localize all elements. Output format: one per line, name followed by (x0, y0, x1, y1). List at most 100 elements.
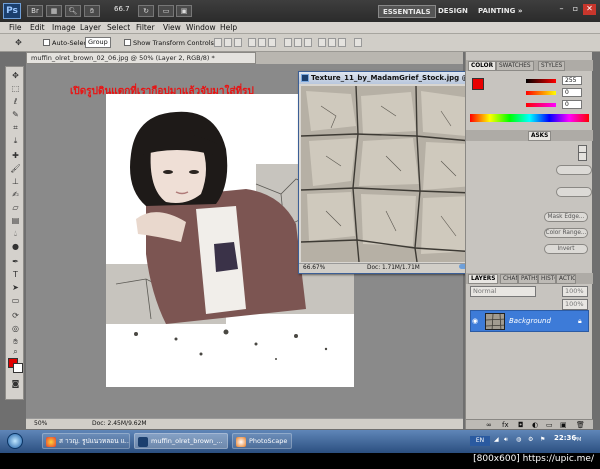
layer-row-background[interactable]: ◉ Background 🔒︎ (470, 310, 589, 332)
clone-stamp-tool-icon[interactable]: ⊥ (9, 177, 22, 187)
crop-tool-icon[interactable]: ⌗ (9, 123, 22, 133)
color-range-button[interactable]: Color Range... (544, 228, 588, 238)
tab-styles[interactable]: STYLES (538, 61, 566, 71)
menu-image[interactable]: Image (52, 23, 76, 32)
move-tool-icon[interactable]: ✥ (9, 71, 22, 81)
document-zoom[interactable]: 50% (34, 419, 47, 429)
tab-layers[interactable]: LAYERS (468, 274, 499, 284)
mask-edge-button[interactable]: Mask Edge... (544, 212, 588, 222)
dodge-tool-icon[interactable]: ● (9, 242, 22, 252)
clock-time[interactable]: 22:36 (554, 434, 576, 442)
tab-swatches[interactable]: SWATCHES (496, 61, 534, 71)
align-left-icon[interactable] (248, 38, 256, 47)
red-slider[interactable] (526, 79, 556, 83)
document-tab[interactable]: muffin_olret_brown_02_06.jpg @ 50% (Laye… (26, 52, 256, 64)
tab-channels[interactable]: CHANNELS (500, 274, 518, 284)
bridge-icon[interactable]: Br (27, 5, 43, 17)
red-value[interactable]: 255 (562, 76, 582, 85)
start-button[interactable] (7, 433, 23, 449)
menu-help[interactable]: Help (220, 23, 237, 32)
lasso-tool-icon[interactable]: ℓ (9, 97, 22, 107)
rotate-view-icon[interactable]: ↻ (138, 5, 154, 17)
mask-feather-field[interactable] (556, 187, 592, 197)
align-vcenter-icon[interactable] (224, 38, 232, 47)
distribute-bottom-icon[interactable] (304, 38, 312, 47)
arrange-documents-icon[interactable]: ▭ (158, 5, 174, 17)
gradient-tool-icon[interactable]: ▤ (9, 216, 22, 226)
zoom-tool-icon[interactable]: 🔍︎ (65, 5, 81, 17)
distribute-vcenter-icon[interactable] (294, 38, 302, 47)
vector-mask-icon[interactable] (578, 152, 587, 161)
path-selection-tool-icon[interactable]: ➤ (9, 283, 22, 293)
close-icon[interactable]: ✕ (583, 4, 596, 15)
blue-slider[interactable] (526, 103, 556, 107)
eye-icon[interactable]: ◉ (472, 318, 481, 325)
marquee-tool-icon[interactable]: ⬚ (9, 84, 22, 94)
quick-select-tool-icon[interactable]: ✎ (9, 110, 22, 120)
align-bottom-icon[interactable] (234, 38, 242, 47)
tab-paths[interactable]: PATHS (518, 274, 538, 284)
workspace-design[interactable]: DESIGN (434, 5, 472, 18)
workspace-painting[interactable]: PAINTING (474, 5, 519, 18)
eraser-tool-icon[interactable]: ▱ (9, 203, 22, 213)
menu-filter[interactable]: Filter (136, 23, 155, 32)
blue-value[interactable]: 0 (562, 100, 582, 109)
color-spectrum-ramp[interactable] (470, 114, 589, 122)
network-icon[interactable]: ◢ (494, 436, 499, 443)
healing-brush-tool-icon[interactable]: ✚ (9, 151, 22, 161)
3d-rotate-tool-icon[interactable]: ⟳ (9, 311, 22, 321)
background-color-swatch[interactable] (13, 363, 23, 373)
tab-color[interactable]: COLOR (468, 61, 497, 71)
green-value[interactable]: 0 (562, 88, 582, 97)
auto-select-dropdown[interactable]: Group (85, 37, 111, 48)
maximize-icon[interactable]: ▫ (569, 4, 582, 15)
link-layers-icon[interactable]: ∞ (486, 421, 492, 429)
show-transform-checkbox[interactable] (124, 39, 131, 46)
auto-align-icon[interactable] (354, 38, 362, 47)
guides-icon[interactable]: ▦ (46, 5, 62, 17)
more-workspaces-icon[interactable]: » (514, 5, 527, 18)
tray-settings-icon[interactable]: ⚙ (528, 436, 533, 443)
flag-icon[interactable]: ⚑ (540, 436, 545, 443)
menu-edit[interactable]: Edit (30, 23, 45, 32)
tray-app-icon[interactable]: ◍ (516, 436, 521, 443)
menu-view[interactable]: View (163, 23, 181, 32)
texture-zoom[interactable]: 66.67% (303, 264, 325, 273)
taskbar-item-browser[interactable]: ส าวญ. รูปแนวหลอน แ... (42, 433, 130, 449)
quick-mask-icon[interactable]: ◙ (9, 379, 22, 389)
blend-mode-dropdown[interactable]: Normal (470, 286, 536, 297)
tab-masks[interactable]: ASKS (528, 131, 552, 141)
screen-mode-icon[interactable]: ▣ (176, 5, 192, 17)
green-slider[interactable] (526, 91, 556, 95)
distribute-top-icon[interactable] (284, 38, 292, 47)
eyedropper-tool-icon[interactable]: ⤓ (9, 136, 22, 146)
volume-icon[interactable]: 🔊︎ (504, 436, 508, 444)
mask-density-field[interactable] (556, 165, 592, 175)
tab-actions[interactable]: ACTIONS (556, 274, 576, 284)
zoom-tool-icon[interactable]: ⌕ (9, 347, 22, 357)
shape-tool-icon[interactable]: ▭ (9, 296, 22, 306)
align-hcenter-icon[interactable] (258, 38, 266, 47)
move-tool-icon[interactable]: ✥ (12, 38, 25, 48)
workspace-essentials[interactable]: ESSENTIALS (378, 5, 436, 18)
type-tool-icon[interactable]: T (9, 270, 22, 280)
adjustment-layer-icon[interactable]: ◐ (532, 421, 538, 429)
hand-tool-icon[interactable]: ✋︎ (84, 5, 100, 17)
fill-field[interactable]: 100% (562, 299, 588, 310)
menu-layer[interactable]: Layer (80, 23, 101, 32)
language-indicator[interactable]: EN (470, 436, 490, 446)
menu-file[interactable]: File (9, 23, 22, 32)
menu-select[interactable]: Select (107, 23, 130, 32)
pen-tool-icon[interactable]: ✒︎ (9, 257, 22, 267)
auto-select-checkbox[interactable] (43, 39, 50, 46)
add-mask-icon[interactable]: ◘ (518, 421, 524, 429)
distribute-left-icon[interactable] (318, 38, 326, 47)
align-right-icon[interactable] (268, 38, 276, 47)
opacity-field[interactable]: 100% (562, 286, 588, 297)
distribute-hcenter-icon[interactable] (328, 38, 336, 47)
taskbar-item-photoshop[interactable]: muffin_olret_brown_... (134, 433, 228, 449)
taskbar-item-photoscape[interactable]: PhotoScape (232, 433, 292, 449)
tab-history[interactable]: HISTORY (538, 274, 556, 284)
history-brush-tool-icon[interactable]: ✍︎ (9, 190, 22, 200)
layer-style-icon[interactable]: fx (502, 421, 509, 429)
